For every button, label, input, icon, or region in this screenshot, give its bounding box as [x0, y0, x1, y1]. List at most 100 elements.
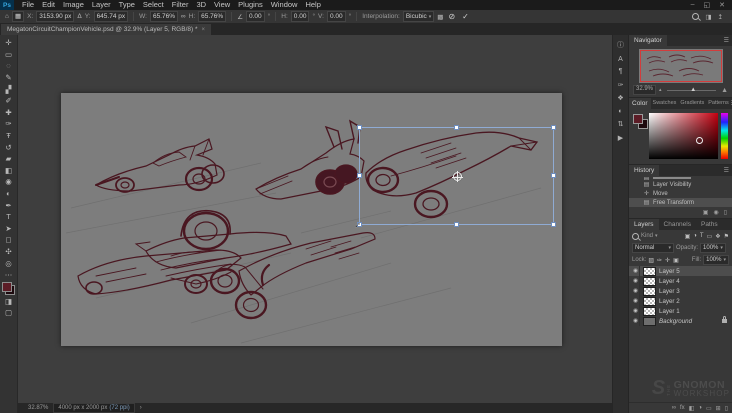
marquee-tool[interactable]: ▭ — [1, 49, 16, 61]
history-item-selected[interactable]: ▤ Free Transform — [629, 198, 732, 207]
width-input[interactable]: 65.76% — [149, 11, 178, 22]
quick-selection-tool[interactable]: ✎ — [1, 72, 16, 84]
layer-thumbnail[interactable] — [643, 286, 656, 296]
layer-row[interactable]: ◉ Layer 4 — [629, 276, 732, 286]
history-item[interactable]: ▤ Layer Visibility — [629, 180, 732, 189]
character-panel-icon[interactable]: A — [618, 56, 623, 63]
layer-row[interactable]: ◉ Layer 2 — [629, 296, 732, 306]
transform-handle-w[interactable] — [357, 173, 362, 178]
filter-smart-objects-icon[interactable]: ❖ — [715, 233, 720, 240]
layer-name[interactable]: Background — [659, 318, 692, 325]
adjustment-layer-icon[interactable]: ◑ — [698, 405, 702, 411]
y-input[interactable]: 645.74 px — [93, 11, 129, 22]
transform-handle-ne[interactable] — [551, 125, 556, 130]
menu-item[interactable]: 3D — [192, 0, 210, 10]
visibility-eye-icon[interactable]: ◉ — [632, 306, 640, 316]
properties-panel-icon[interactable]: ⇅ — [618, 120, 624, 128]
lasso-tool[interactable]: ◌ — [1, 60, 16, 72]
delete-state-icon[interactable]: ▯ — [724, 209, 727, 216]
layer-name[interactable]: Layer 4 — [659, 278, 680, 285]
transform-handle-e[interactable] — [551, 173, 556, 178]
interpolation-select[interactable]: Bicubic ▾ — [402, 11, 435, 22]
slider-thumb[interactable]: ▲ — [690, 87, 696, 93]
visibility-eye-icon[interactable]: ◉ — [632, 266, 640, 276]
lock-transparency-icon[interactable]: ▨ — [648, 257, 654, 264]
layer-row[interactable]: ◉ Layer 3 — [629, 286, 732, 296]
panel-menu-icon[interactable]: ☰ — [724, 167, 732, 174]
relative-position-delta-icon[interactable]: Δ — [77, 13, 81, 20]
menu-item[interactable]: Image — [59, 0, 88, 10]
new-snapshot-icon[interactable]: ◉ — [713, 209, 718, 216]
screen-mode-icon[interactable]: ▢ — [1, 307, 16, 319]
color-picker-ring[interactable] — [695, 136, 703, 144]
blend-mode-select[interactable]: Normal ▾ — [632, 243, 674, 253]
saturation-brightness-field[interactable] — [649, 113, 718, 159]
info-panel-icon[interactable]: ⓘ — [617, 40, 624, 50]
menu-item[interactable]: Layer — [88, 0, 115, 10]
new-group-icon[interactable]: ▭ — [706, 405, 712, 412]
delete-layer-icon[interactable]: ▯ — [725, 405, 728, 412]
layer-name[interactable]: Layer 1 — [659, 308, 680, 315]
transform-handle-n[interactable] — [453, 125, 459, 130]
zoom-out-icon[interactable]: ▴ — [659, 87, 662, 93]
path-selection-tool[interactable]: ➤ — [1, 223, 16, 235]
layer-thumbnail[interactable] — [643, 316, 656, 326]
commit-transform-button[interactable]: ✓ — [462, 12, 469, 21]
cancel-transform-button[interactable]: ⊘ — [448, 12, 455, 21]
move-tool[interactable]: ✛ — [1, 37, 16, 49]
document-tab[interactable]: MegatonCircuitChampionVehicle.psd @ 32.9… — [1, 24, 212, 35]
lock-paint-icon[interactable]: ✑ — [657, 257, 662, 264]
pen-tool[interactable]: ✒ — [1, 199, 16, 211]
workspace-switcher-icon[interactable]: ◨ — [705, 13, 711, 21]
menu-item[interactable]: Plugins — [234, 0, 267, 10]
layer-row[interactable]: ◉ Layer 5 — [629, 266, 732, 276]
fill-input[interactable]: 100% ▾ — [703, 255, 729, 265]
tab-paths[interactable]: Paths — [696, 219, 723, 230]
add-layer-mask-icon[interactable]: ◧ — [689, 405, 695, 412]
crop-tool[interactable]: ▞ — [1, 83, 16, 95]
filter-adjustment-layers-icon[interactable]: ◑ — [693, 233, 697, 239]
link-layers-icon[interactable]: ∞ — [672, 405, 676, 411]
transform-reference-point[interactable] — [451, 171, 463, 182]
tab-color[interactable]: Color — [629, 98, 651, 109]
clone-stamp-tool[interactable]: Ŧ — [1, 130, 16, 142]
history-item[interactable]: ✛ Move — [629, 189, 732, 198]
share-icon[interactable]: ↥ — [718, 13, 723, 21]
tab-history[interactable]: History — [629, 165, 660, 176]
lock-move-icon[interactable]: ✛ — [665, 257, 670, 264]
visibility-eye-icon[interactable]: ◉ — [632, 316, 640, 326]
brush-settings-panel-icon[interactable]: ✑ — [618, 81, 624, 89]
clone-source-panel-icon[interactable]: ❖ — [617, 94, 623, 102]
actions-panel-icon[interactable]: ▶ — [618, 134, 623, 142]
minimize-icon[interactable]: – — [691, 1, 695, 9]
menu-item[interactable]: Type — [115, 0, 139, 10]
navigator-thumbnail[interactable] — [638, 49, 723, 83]
restore-icon[interactable]: ◱ — [704, 1, 711, 9]
warp-mode-toggle-icon[interactable]: ▩ — [437, 13, 443, 21]
rotate-input[interactable]: 0.00 — [246, 11, 265, 22]
filter-kind-select[interactable]: Kind — [641, 233, 653, 239]
edit-toolbar-icon[interactable]: ⋯ — [1, 269, 16, 281]
menu-item[interactable]: Window — [267, 0, 302, 10]
layer-thumbnail[interactable] — [643, 296, 656, 306]
filter-type-layers-icon[interactable]: T — [700, 233, 704, 239]
zoom-in-icon[interactable]: ▲ — [721, 87, 728, 94]
new-layer-icon[interactable]: ⊞ — [716, 405, 721, 412]
opacity-input[interactable]: 100% ▾ — [700, 243, 726, 253]
visibility-eye-icon[interactable]: ◉ — [632, 276, 640, 286]
menu-item[interactable]: Filter — [168, 0, 193, 10]
tab-layers[interactable]: Layers — [629, 219, 659, 230]
healing-brush-tool[interactable]: ✚ — [1, 107, 16, 119]
menu-item[interactable]: Help — [301, 0, 324, 10]
filter-pixel-layers-icon[interactable]: ▣ — [685, 233, 691, 240]
new-doc-from-state-icon[interactable]: ▣ — [703, 209, 709, 216]
foreground-color-swatch[interactable] — [2, 282, 12, 293]
navigator-view-box[interactable] — [639, 50, 722, 82]
tab-swatches[interactable]: Swatches — [651, 98, 679, 109]
maintain-aspect-link-icon[interactable]: ∞ — [181, 13, 186, 20]
x-input[interactable]: 3153.90 px — [36, 11, 75, 22]
menu-item[interactable]: File — [18, 0, 38, 10]
foreground-color-swatch[interactable] — [633, 114, 643, 124]
transform-handle-s[interactable] — [453, 222, 459, 227]
eyedropper-tool[interactable]: ✐ — [1, 95, 16, 107]
